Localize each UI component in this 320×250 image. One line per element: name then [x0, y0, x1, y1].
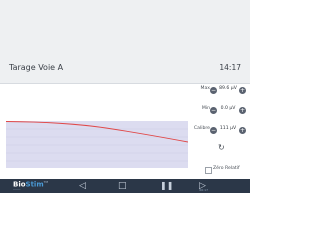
calibre-value: 111 µV: [219, 126, 237, 131]
max-value: 89.6 µV: [219, 86, 237, 91]
brand-part-2: Stim: [25, 180, 44, 189]
calibre-control: Calibre − 111 µV +: [190, 124, 250, 136]
home-square-icon[interactable]: □: [118, 180, 127, 192]
zero-relative-label: Zéro Relatif: [213, 166, 240, 171]
header-bar: Tarage Voie A 14:17: [0, 0, 250, 84]
control-panel: Max − 89.6 µV + Min − 0.0 µV + Calibre −…: [190, 84, 250, 179]
min-control: Min − 0.0 µV +: [190, 104, 250, 116]
bottom-area: [0, 193, 250, 250]
signal-chart: [6, 90, 188, 168]
clock: 14:17: [219, 63, 241, 72]
calibre-minus-button[interactable]: −: [210, 126, 217, 134]
calibre-label: Calibre: [193, 126, 210, 131]
calibre-plus-button[interactable]: +: [239, 126, 246, 134]
max-control: Max − 89.6 µV +: [190, 84, 250, 96]
brand-subtitle: ─────: [13, 188, 21, 191]
back-triangle-icon[interactable]: ◁: [79, 180, 86, 192]
max-plus-button[interactable]: +: [239, 86, 246, 94]
checkbox[interactable]: [205, 167, 212, 174]
page-title: Tarage Voie A: [9, 63, 64, 72]
navigation-bar: BioStimTM ───── ◁ □ ❚❚ ▷ 00:17: [0, 179, 250, 193]
max-label: Max: [200, 86, 211, 91]
min-plus-button[interactable]: +: [239, 106, 246, 114]
pause-icon[interactable]: ❚❚: [160, 180, 173, 192]
refresh-icon[interactable]: ↻: [218, 143, 225, 152]
zero-relative-toggle[interactable]: Zéro Relatif: [205, 166, 250, 174]
max-minus-button[interactable]: −: [210, 86, 217, 94]
brand-tm: TM: [43, 180, 49, 184]
min-value: 0.0 µV: [220, 106, 236, 111]
min-label: Min: [201, 106, 210, 111]
nav-timer: 00:17: [199, 188, 208, 192]
min-minus-button[interactable]: −: [210, 106, 217, 114]
